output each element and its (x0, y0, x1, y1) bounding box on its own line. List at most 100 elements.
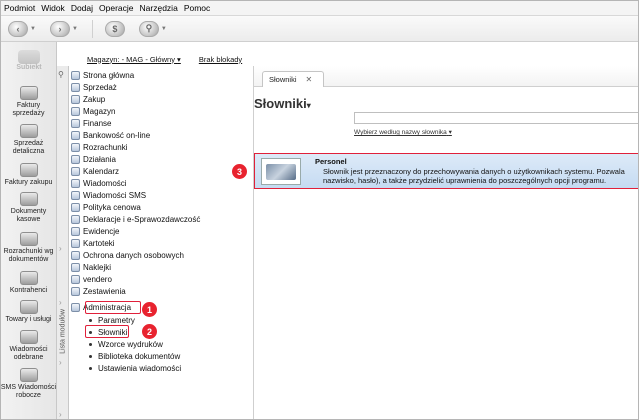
tab-strip: Słowniki ✕ (254, 66, 639, 87)
chevron-down-icon: ▾ (448, 129, 452, 136)
tree-item-finanse[interactable]: Finanse (71, 118, 111, 129)
forward-button[interactable]: › ▼ (49, 20, 78, 37)
nav-rozrachunki[interactable]: Rozrachunki wg dokumentów (0, 232, 57, 264)
warehouse-label: Magazyn: - MAG - Główny (87, 54, 175, 64)
cash-documents-icon (19, 192, 38, 206)
menu-bar: Podmiot Widok Dodaj Operacje Narzędzia P… (0, 0, 639, 16)
tree-subitem-wzorce-wydrukow[interactable]: Wzorce wydruków (89, 339, 163, 350)
messages-icon (71, 179, 80, 188)
tree-item-zestawienia[interactable]: Zestawienia (71, 286, 126, 297)
purchase-icon (71, 95, 80, 104)
tree-item-label: Polityka cenowa (83, 203, 141, 212)
tree-item-strona-glowna[interactable]: Strona główna (71, 70, 134, 81)
lock-status-link[interactable]: Brak blokady (199, 55, 242, 64)
tree-item-deklaracje[interactable]: Deklaracje i e-Sprawozdawczość (71, 214, 200, 225)
tree-item-ochrona-danych[interactable]: Ochrona danych osobowych (71, 250, 184, 261)
nav-wiadomosci-odebrane[interactable]: Wiadomości odebrane (0, 330, 57, 362)
tree-item-label: Ewidencje (83, 227, 120, 236)
module-list-label: Lista modułów (59, 309, 67, 354)
tree-item-wiadomosci[interactable]: Wiadomości (71, 178, 127, 189)
tree-item-label: Ochrona danych osobowych (83, 251, 184, 260)
tree-item-magazyn[interactable]: Magazyn (71, 106, 115, 117)
tree-item-ewidencje[interactable]: Ewidencje (71, 226, 119, 237)
nav-faktury-sprzedazy[interactable]: Faktury sprzedaży (0, 86, 57, 118)
settlements-icon (71, 143, 80, 152)
nav-sprzedaz-detaliczna[interactable]: Sprzedaż detaliczna (0, 124, 57, 156)
menu-operacje[interactable]: Operacje (99, 3, 134, 13)
filter-dropdown[interactable]: Wybierz według nazwy słownika ▾ (354, 128, 452, 136)
nav-label: Towary i usługi (5, 316, 52, 323)
nav-towary-i-uslugi[interactable]: Towary i usługi (0, 300, 57, 324)
data-protection-icon (71, 251, 80, 260)
nav-kontrahenci[interactable]: Kontrahenci (0, 271, 57, 295)
home-icon (71, 71, 80, 80)
tree-subitem-label: Parametry (98, 316, 135, 325)
tree-item-vendero[interactable]: vendero (71, 274, 112, 285)
warehouse-icon (71, 107, 80, 116)
module-tree: Strona główna Sprzedaż Zakup Magazyn Fin… (69, 66, 254, 420)
nav-sms-wiadomosci-robocze[interactable]: SMS Wiadomości robocze (0, 368, 57, 400)
tree-item-label: Bankowość on-line (83, 131, 151, 140)
purchase-invoice-icon (19, 163, 38, 177)
tree-item-bankowosc[interactable]: Bankowość on-line (71, 130, 150, 141)
nav-faktury-zakupu[interactable]: Faktury zakupu (0, 163, 57, 187)
chevron-down-icon[interactable]: ▼ (72, 26, 78, 32)
tree-item-label: Magazyn (83, 107, 116, 116)
chevron-down-icon[interactable]: ▼ (30, 26, 36, 32)
contacts-icon (19, 271, 38, 285)
tree-item-zakup[interactable]: Zakup (71, 94, 105, 105)
menu-pomoc[interactable]: Pomoc (184, 3, 210, 13)
tree-item-polityka-cenowa[interactable]: Polityka cenowa (71, 202, 141, 213)
calendar-icon (71, 167, 80, 176)
highlight-administracja (85, 301, 141, 314)
chevron-right-icon[interactable]: › (59, 244, 62, 253)
tree-item-dzialania[interactable]: Działania (71, 154, 116, 165)
tree-subitem-ustawienia[interactable]: Ustawienia wiadomości (89, 363, 181, 374)
module-list-tab[interactable]: ⚲ › › › › Lista modułów (57, 66, 69, 420)
tree-item-wiadomosci-sms[interactable]: Wiadomości SMS (71, 190, 146, 201)
page-title[interactable]: Słowniki▾ (254, 96, 311, 111)
tree-item-label: Wiadomości SMS (83, 191, 147, 200)
finance-icon (71, 119, 80, 128)
tree-item-label: Zakup (83, 95, 106, 104)
tree-item-label: Działania (83, 155, 116, 164)
tree-item-sprzedaz[interactable]: Sprzedaż (71, 82, 117, 93)
nav-label: Rozrachunki wg dokumentów (3, 248, 54, 263)
cash-register-icon (19, 124, 38, 138)
bullet-icon (89, 343, 92, 346)
chevron-right-icon[interactable]: › (59, 410, 62, 419)
refresh-button[interactable]: $ (104, 20, 125, 37)
chevron-right-icon[interactable]: › (59, 358, 62, 367)
chevron-down-icon: ▾ (306, 101, 311, 110)
page-title-label: Słowniki (254, 96, 307, 111)
logo-text: Subiekt (16, 64, 42, 71)
menu-dodaj[interactable]: Dodaj (71, 3, 93, 13)
tree-subitem-label: Wzorce wydruków (98, 340, 163, 349)
goods-icon (19, 300, 38, 314)
search-button[interactable]: ⚲ ▼ (138, 20, 167, 37)
tree-item-naklejki[interactable]: Naklejki (71, 262, 111, 273)
status-links: Magazyn: - MAG - Główny ▾ Brak blokady (69, 52, 254, 66)
menu-widok[interactable]: Widok (41, 3, 65, 13)
warehouse-link[interactable]: Magazyn: - MAG - Główny ▾ (87, 55, 181, 64)
search-icon: ⚲ (138, 20, 159, 37)
search-input[interactable] (354, 112, 639, 124)
sms-icon (71, 191, 80, 200)
tree-item-label: Sprzedaż (83, 83, 117, 92)
back-button[interactable]: ‹ ▼ (8, 20, 36, 37)
tree-item-kalendarz[interactable]: Kalendarz (71, 166, 119, 177)
close-icon[interactable]: ✕ (306, 75, 313, 84)
tree-item-kartoteki[interactable]: Kartoteki (71, 238, 115, 249)
nav-dokumenty-kasowe[interactable]: Dokumenty kasowe (0, 192, 57, 224)
menu-narzedzia[interactable]: Narzędzia (140, 3, 178, 13)
menu-podmiot[interactable]: Podmiot (4, 3, 35, 13)
tree-subitem-biblioteka[interactable]: Biblioteka dokumentów (89, 351, 180, 362)
tree-item-rozrachunki[interactable]: Rozrachunki (71, 142, 127, 153)
invoice-icon (19, 86, 38, 100)
tab-slowniki[interactable]: Słowniki ✕ (262, 71, 324, 87)
chevron-down-icon[interactable]: ▼ (161, 26, 167, 32)
pin-icon[interactable]: ⚲ (58, 70, 64, 79)
tree-item-label: Zestawienia (83, 287, 126, 296)
tree-item-label: Rozrachunki (83, 143, 128, 152)
left-navigation: Subiekt Faktury sprzedaży Sprzedaż detal… (0, 42, 57, 420)
